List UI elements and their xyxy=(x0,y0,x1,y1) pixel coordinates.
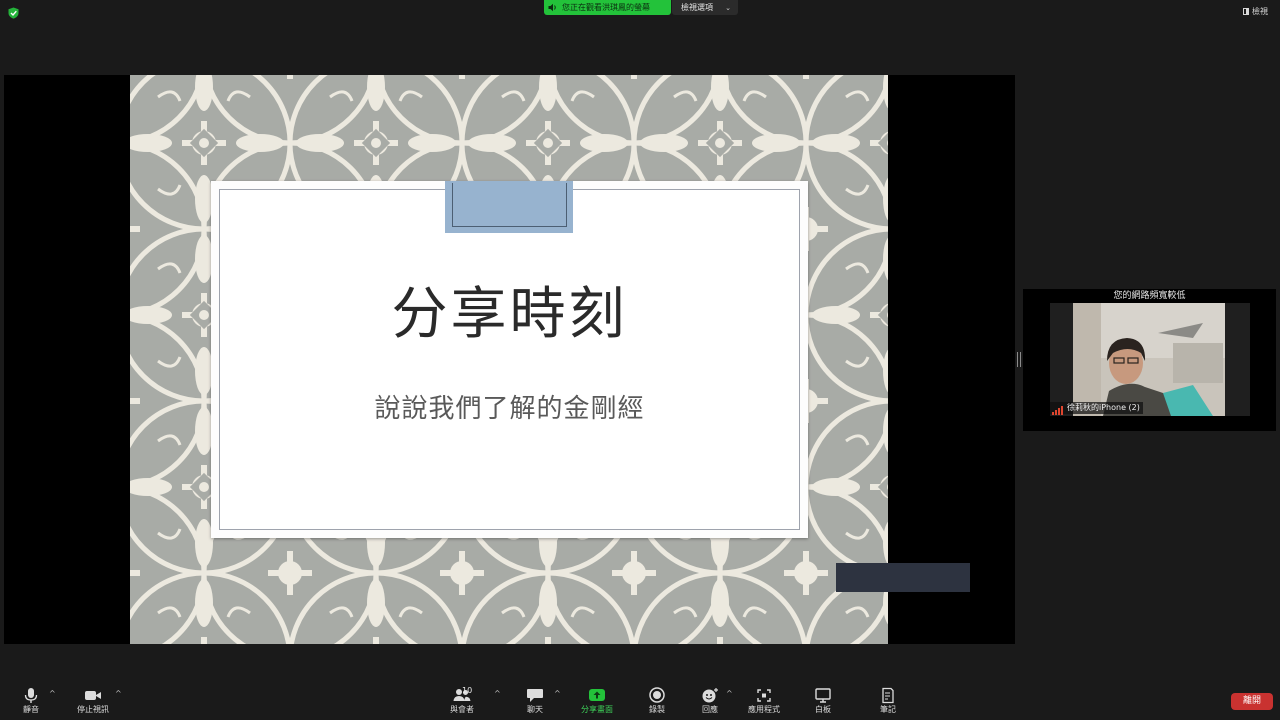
participants-button[interactable]: 10 與會者 xyxy=(444,686,480,717)
top-bar: 您正在觀看洪琪鳳的螢幕 檢視選項 ⌄ 檢視 xyxy=(0,0,1280,22)
mute-button[interactable]: 靜音 xyxy=(14,687,48,717)
participants-count: 10 xyxy=(462,686,473,695)
view-button[interactable]: 檢視 xyxy=(1243,6,1268,17)
participants-options-caret[interactable]: ^ xyxy=(494,689,501,698)
video-camera-icon xyxy=(85,691,101,700)
chat-options-caret[interactable]: ^ xyxy=(554,689,561,698)
mute-label: 靜音 xyxy=(23,705,39,714)
whiteboard-button[interactable]: 白板 xyxy=(810,687,836,717)
participant-video-panel: 您的網路頻寬較低 徐莉秋的iPhone (2) xyxy=(1023,289,1276,431)
participant-name-tag: 徐莉秋的iPhone (2) xyxy=(1050,402,1143,415)
notes-label: 筆記 xyxy=(880,705,896,714)
slide-subtitle: 說說我們了解的金剛經 xyxy=(374,394,645,424)
apps-button[interactable]: 應用程式 xyxy=(744,687,784,717)
chat-label: 聊天 xyxy=(527,705,543,714)
apps-icon xyxy=(757,689,771,702)
whiteboard-icon xyxy=(815,688,831,703)
reactions-label: 回應 xyxy=(702,705,718,714)
video-options-caret[interactable]: ^ xyxy=(115,689,122,698)
slide-header-tab xyxy=(445,181,573,233)
record-label: 錄製 xyxy=(649,705,665,714)
share-screen-label: 分享畫面 xyxy=(581,705,613,714)
apps-label: 應用程式 xyxy=(748,705,780,714)
chat-button[interactable]: 聊天 xyxy=(520,687,550,717)
record-button[interactable]: 錄製 xyxy=(643,687,671,717)
share-screen-button[interactable]: 分享畫面 xyxy=(577,687,617,717)
view-options-label: 檢視選項 xyxy=(681,3,713,12)
reactions-button[interactable]: 回應 xyxy=(697,687,723,717)
whiteboard-label: 白板 xyxy=(815,705,831,714)
slide-dark-overlay-box xyxy=(836,563,970,592)
mute-options-caret[interactable]: ^ xyxy=(49,689,56,698)
meeting-toolbar: 靜音 ^ 停止視訊 ^ 10 與會者 ^ 聊天 ^ 分享畫面 錄製 回應 ^ 應… xyxy=(0,680,1280,720)
participant-video-feed xyxy=(1073,303,1225,416)
slide-title: 分享時刻 xyxy=(391,282,628,347)
share-screen-arrow-icon xyxy=(589,689,605,701)
participants-label: 與會者 xyxy=(450,705,474,714)
chat-bubble-icon xyxy=(527,689,543,702)
zoom-meeting-window: 您正在觀看洪琪鳳的螢幕 檢視選項 ⌄ 檢視 分享時刻 說說我們了解的金剛經 您的… xyxy=(0,0,1280,720)
shared-screen-area: 分享時刻 說說我們了解的金剛經 xyxy=(4,75,1015,644)
network-warning: 您的網路頻寬較低 xyxy=(1113,291,1186,301)
slide-content-border xyxy=(219,189,800,530)
signal-bars-icon xyxy=(1052,403,1064,415)
notes-button[interactable]: 筆記 xyxy=(875,687,901,717)
microphone-icon xyxy=(24,688,38,703)
viewing-screen-banner: 您正在觀看洪琪鳳的螢幕 xyxy=(544,0,671,15)
view-button-label: 檢視 xyxy=(1252,7,1268,16)
panel-resize-handle[interactable] xyxy=(1017,352,1021,367)
slide-content-card xyxy=(211,181,808,538)
slide-header-tab-inner xyxy=(452,183,567,227)
reaction-smile-icon xyxy=(702,688,718,703)
shield-check-icon[interactable] xyxy=(8,7,19,19)
stop-video-button[interactable]: 停止視訊 xyxy=(72,687,114,717)
chevron-down-icon: ⌄ xyxy=(725,4,731,12)
participant-video-tile[interactable]: 徐莉秋的iPhone (2) xyxy=(1050,303,1250,416)
view-options-dropdown[interactable]: 檢視選項 ⌄ xyxy=(672,0,738,15)
stop-video-label: 停止視訊 xyxy=(77,705,109,714)
presentation-slide: 分享時刻 說說我們了解的金剛經 xyxy=(130,75,888,644)
record-icon xyxy=(649,687,665,703)
speaker-icon xyxy=(548,3,556,12)
notes-icon xyxy=(882,687,894,704)
participant-name: 徐莉秋的iPhone (2) xyxy=(1067,403,1140,412)
grid-view-icon xyxy=(1243,8,1249,15)
reactions-options-caret[interactable]: ^ xyxy=(726,689,733,698)
viewing-banner-text: 您正在觀看洪琪鳳的螢幕 xyxy=(562,3,650,12)
leave-meeting-button[interactable]: 離開 xyxy=(1231,693,1273,710)
